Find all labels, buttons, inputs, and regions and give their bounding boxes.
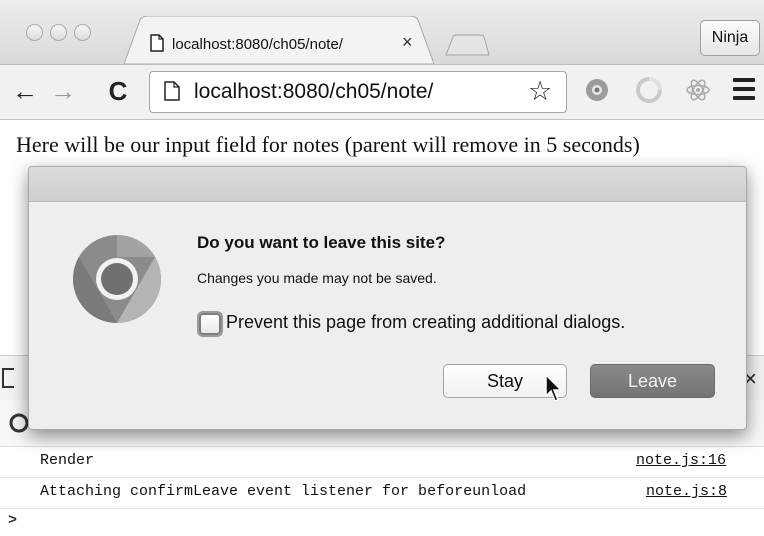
hamburger-icon[interactable]	[733, 78, 755, 105]
extension-icon[interactable]	[636, 77, 662, 103]
leave-button[interactable]: Leave	[590, 364, 715, 398]
console-message: Attaching confirmLeave event listener fo…	[40, 483, 527, 500]
react-devtools-icon[interactable]	[685, 77, 711, 103]
address-bar[interactable]: localhost:8080/ch05/note/ ☆	[149, 71, 567, 113]
chrome-logo-icon	[73, 235, 161, 323]
console-row: Attaching confirmLeave event listener fo…	[0, 477, 764, 509]
dialog-titlebar	[29, 167, 746, 202]
reload-button[interactable]: C	[103, 75, 133, 107]
new-tab-button[interactable]	[444, 34, 490, 56]
dialog-message: Changes you made may not be saved.	[197, 270, 437, 286]
page-text: Here will be our input field for notes (…	[16, 132, 640, 157]
console-row: Render note.js:16	[0, 446, 764, 478]
profile-button[interactable]: Ninja	[700, 20, 760, 56]
close-window-button[interactable]	[26, 24, 43, 41]
zoom-window-button[interactable]	[74, 24, 91, 41]
tab-title: localhost:8080/ch05/note/	[172, 36, 343, 53]
page-icon	[164, 81, 180, 106]
prevent-dialogs-checkbox[interactable]	[199, 313, 221, 335]
tab-close-icon[interactable]: ×	[402, 32, 413, 53]
address-bar-url: localhost:8080/ch05/note/	[194, 80, 434, 103]
prevent-dialogs-label[interactable]: Prevent this page from creating addition…	[226, 312, 625, 333]
minimize-window-button[interactable]	[50, 24, 67, 41]
window-titlebar: localhost:8080/ch05/note/ × Ninja	[0, 0, 764, 65]
console-source-link[interactable]: note.js:8	[646, 483, 727, 500]
mouse-pointer-icon	[545, 374, 563, 402]
dialog-title: Do you want to leave this site?	[197, 233, 446, 252]
bookmark-star-icon[interactable]: ☆	[528, 76, 552, 107]
leave-site-dialog: Do you want to leave this site? Changes …	[28, 166, 747, 430]
console-source-link[interactable]: note.js:16	[636, 452, 726, 469]
forward-button[interactable]: →	[48, 75, 78, 107]
browser-toolbar: ← → C localhost:8080/ch05/note/ ☆	[0, 65, 764, 120]
inspect-icon[interactable]	[2, 368, 14, 388]
back-button[interactable]: ←	[10, 75, 40, 107]
tab-active[interactable]: localhost:8080/ch05/note/ ×	[124, 16, 434, 64]
extension-icon[interactable]	[584, 77, 610, 103]
clear-console-icon[interactable]	[8, 412, 30, 434]
console-prompt[interactable]: >	[8, 512, 17, 529]
console-message: Render	[40, 452, 95, 469]
